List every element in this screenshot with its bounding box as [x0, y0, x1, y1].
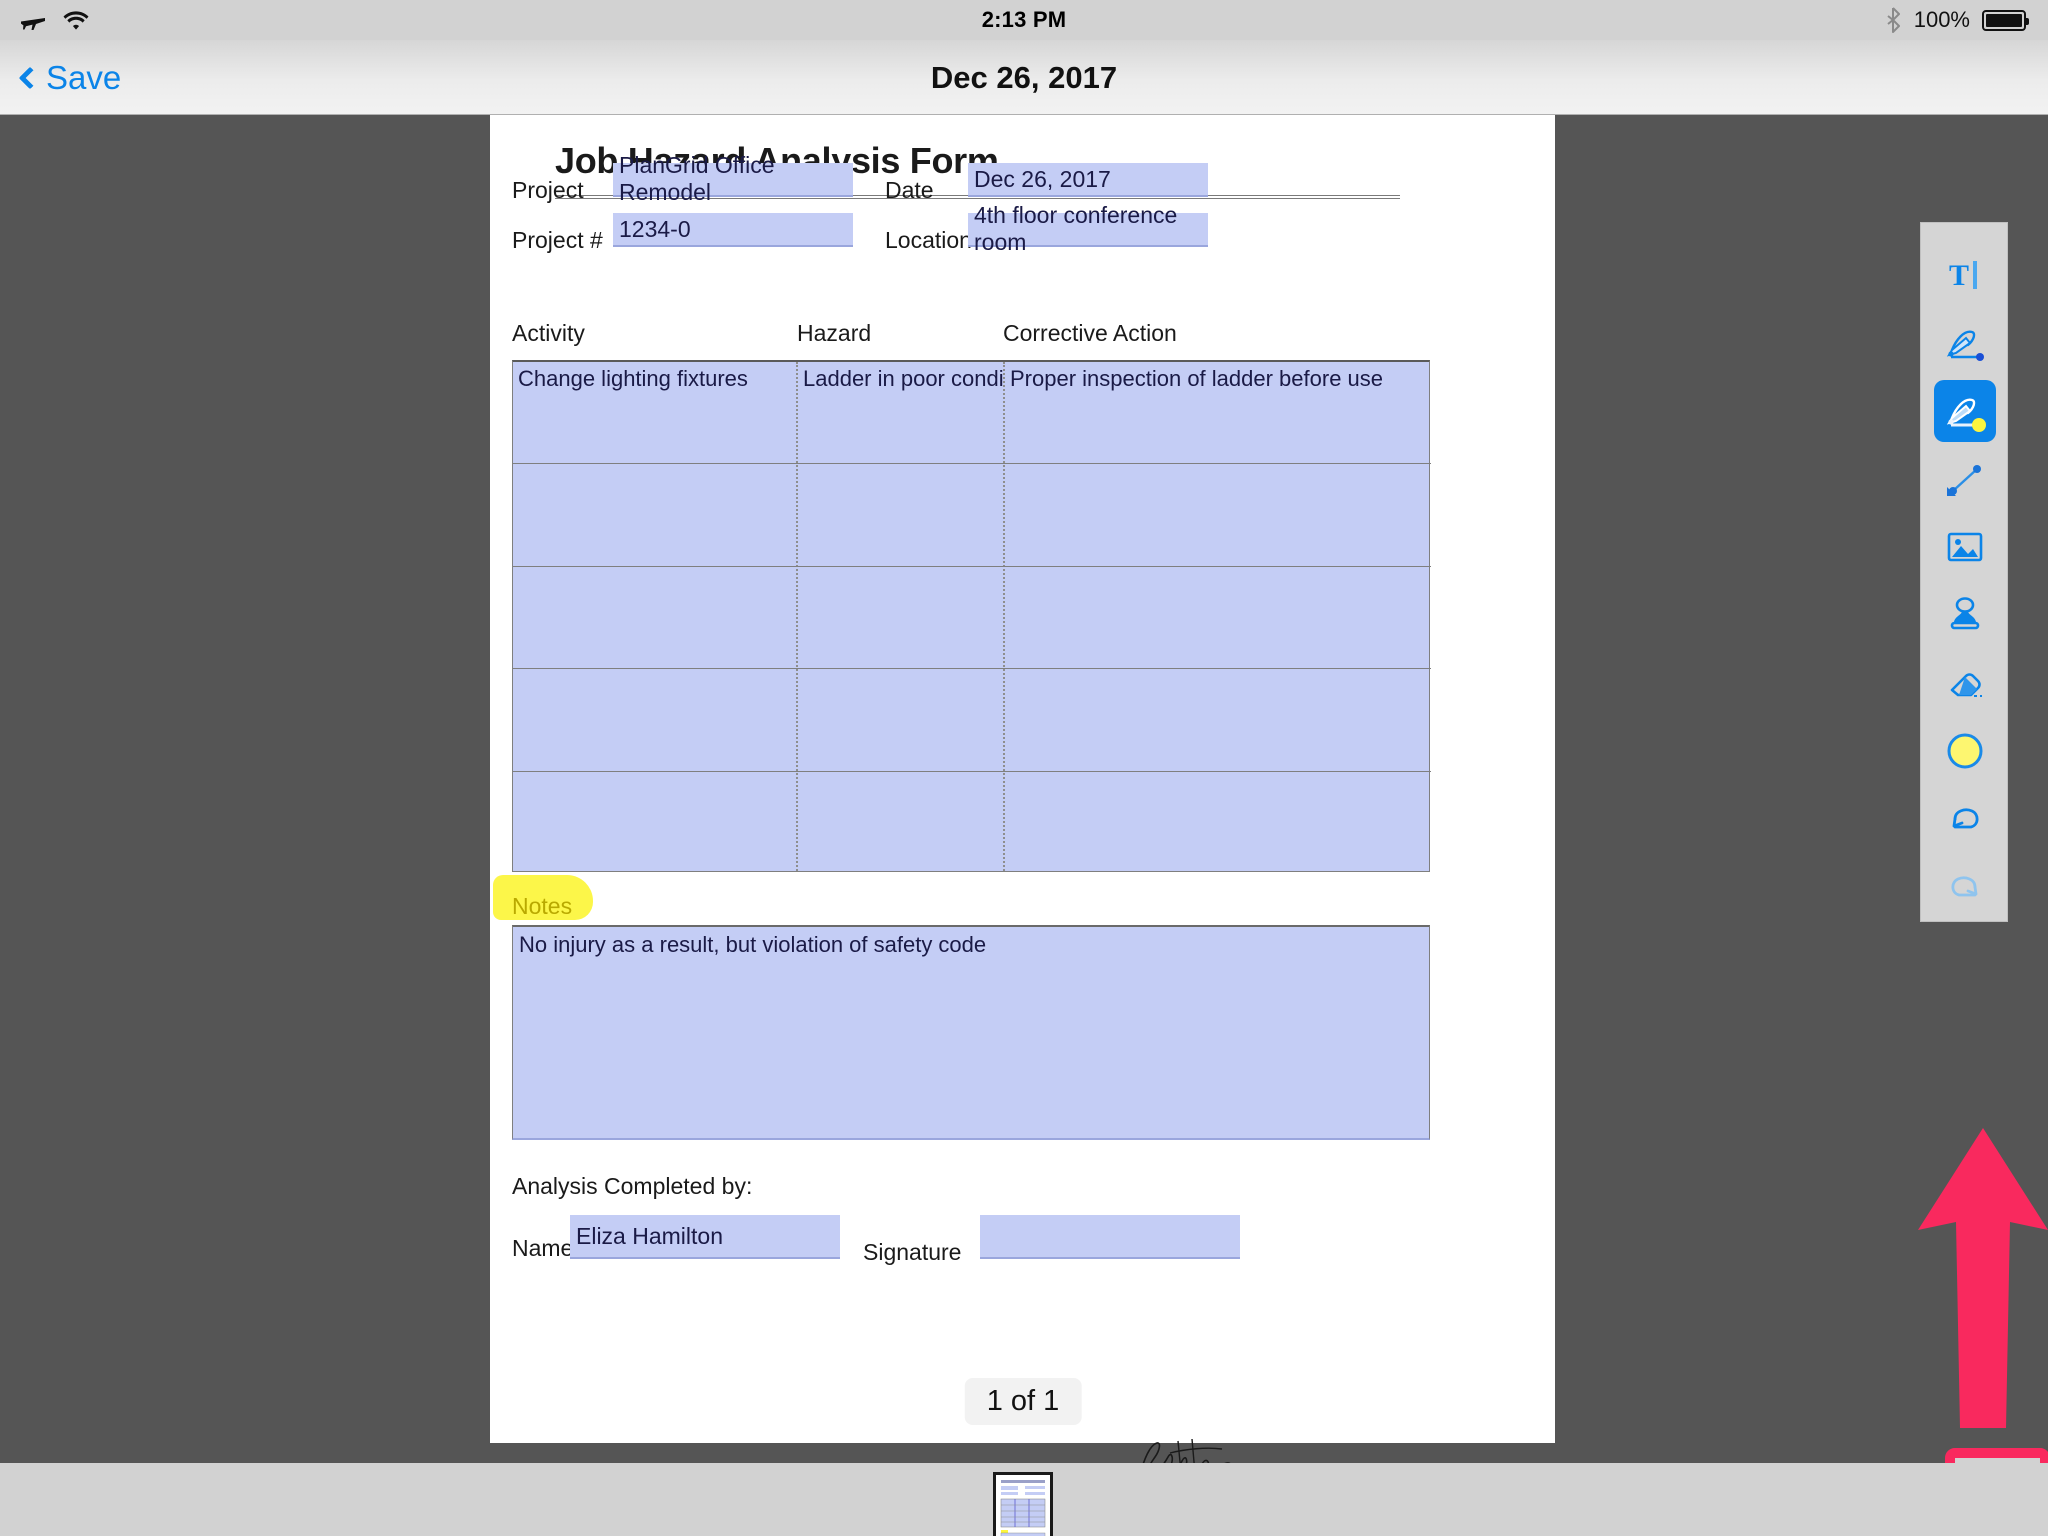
handwritten-signature: [1142, 1438, 1231, 1463]
pen-blue-icon: [1934, 312, 1996, 374]
eraser-icon: [1934, 652, 1996, 714]
document-canvas[interactable]: Job Hazard Analysis Form Project PlanGri…: [0, 115, 2048, 1463]
cell-hazard[interactable]: Ladder in poor condition: [798, 362, 1003, 463]
redo-button[interactable]: [1921, 843, 2009, 931]
page-thumbnail[interactable]: [993, 1472, 1053, 1536]
cell-activity[interactable]: Change lighting fixtures: [513, 362, 796, 463]
column-header-activity: Activity: [512, 320, 585, 346]
image-icon: [1934, 516, 1996, 578]
cell-corrective[interactable]: Proper inspection of ladder before use: [1005, 362, 1430, 463]
signature-field[interactable]: [980, 1215, 1240, 1259]
page-title: Dec 26, 2017: [930, 59, 1118, 95]
nav-bar: Save Dec 26, 2017: [0, 40, 2048, 115]
signature-label: Signature: [863, 1239, 962, 1265]
undo-arrow-icon: [1934, 788, 1996, 850]
cell-hazard[interactable]: [798, 669, 1003, 770]
table-row[interactable]: [513, 464, 1431, 567]
column-header-hazard: Hazard: [797, 320, 872, 346]
project-field[interactable]: PlanGrid Office Remodel: [613, 152, 853, 205]
location-label: Location: [885, 227, 972, 253]
name-field[interactable]: Eliza Hamilton: [570, 1215, 840, 1259]
cell-corrective[interactable]: [1005, 464, 1430, 565]
table-row[interactable]: [513, 567, 1431, 670]
status-bar: 2:13 PM 100%: [0, 0, 2048, 40]
stamp-icon: [1934, 584, 1996, 646]
project-number-field[interactable]: 1234-0: [613, 213, 853, 247]
arrow-line-icon: [1934, 448, 1996, 510]
table-row[interactable]: [513, 772, 1431, 874]
bluetooth-icon: [1887, 7, 1900, 33]
project-label: Project: [512, 177, 584, 203]
date-field[interactable]: Dec 26, 2017: [968, 163, 1208, 197]
battery-full-icon: [1982, 9, 2029, 31]
battery-percent-label: 100%: [1913, 7, 1970, 32]
cell-corrective[interactable]: [1005, 669, 1430, 770]
cell-activity[interactable]: [513, 669, 796, 770]
cell-activity[interactable]: [513, 464, 796, 565]
date-label: Date: [885, 177, 934, 203]
text-cursor-icon: T: [1934, 244, 1996, 306]
app-root: 2:13 PM 100% Save Dec 26, 2017 Job Hazar…: [0, 0, 2048, 1536]
cell-corrective[interactable]: [1005, 772, 1430, 874]
notes-field[interactable]: No injury as a result, but violation of …: [512, 925, 1430, 1140]
location-field[interactable]: 4th floor conference room: [968, 202, 1208, 255]
annotation-toolbar[interactable]: T: [1920, 222, 2008, 922]
notes-label: Notes: [512, 893, 573, 919]
svg-text:T: T: [1949, 259, 1969, 292]
cell-hazard[interactable]: [798, 464, 1003, 565]
highlighter-icon: [1934, 380, 1996, 442]
circle-yellow-icon: [1934, 720, 1996, 782]
cell-hazard[interactable]: [798, 567, 1003, 668]
hazard-table[interactable]: Change lighting fixtures Ladder in poor …: [512, 360, 1431, 874]
column-header-corrective-action: Corrective Action: [1003, 320, 1177, 346]
document-page[interactable]: Job Hazard Analysis Form Project PlanGri…: [490, 115, 1555, 1443]
redo-arrow-icon: [1934, 856, 1996, 918]
status-bar-time: 2:13 PM: [981, 7, 1067, 32]
analysis-completed-by-label: Analysis Completed by:: [512, 1173, 753, 1199]
cell-activity[interactable]: [513, 567, 796, 668]
project-number-label: Project #: [512, 227, 603, 253]
form-sheet: Job Hazard Analysis Form Project PlanGri…: [490, 115, 1555, 1443]
cell-hazard[interactable]: [798, 772, 1003, 874]
pink-arrow-annotation: [1918, 1128, 2048, 1428]
cell-corrective[interactable]: [1005, 567, 1430, 668]
status-bar-right: 100%: [1886, 0, 2029, 40]
cell-activity[interactable]: [513, 772, 796, 874]
table-row[interactable]: [513, 669, 1431, 772]
name-label: Name: [512, 1235, 574, 1261]
page-indicator: 1 of 1: [964, 1378, 1082, 1425]
table-row[interactable]: Change lighting fixtures Ladder in poor …: [513, 362, 1431, 465]
